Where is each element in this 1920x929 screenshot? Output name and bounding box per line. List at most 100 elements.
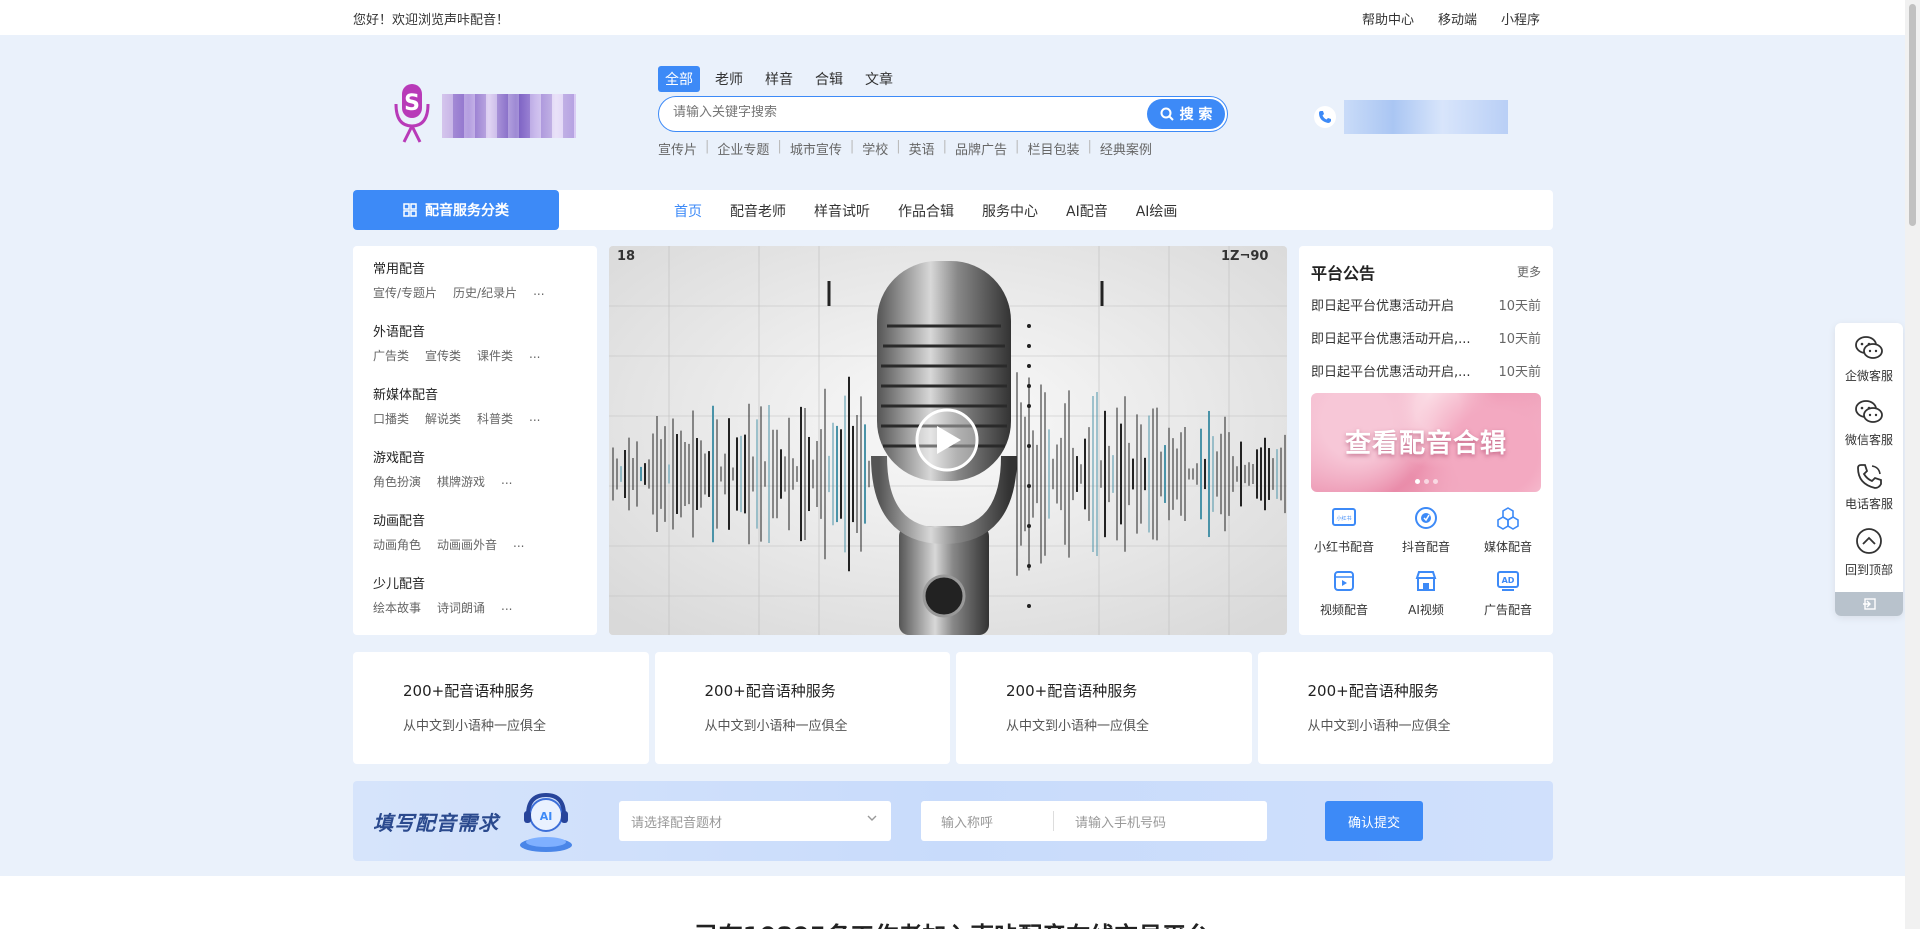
- category-sub[interactable]: 解说类: [425, 410, 461, 427]
- category-sub[interactable]: 宣传类: [425, 347, 461, 364]
- search-input[interactable]: [673, 105, 1113, 120]
- contact-phone: [1314, 100, 1508, 134]
- hot-keyword[interactable]: 英语: [909, 139, 935, 158]
- category-title[interactable]: 新媒体配音: [373, 384, 577, 403]
- hot-keyword[interactable]: 学校: [862, 139, 888, 158]
- nav-item-service[interactable]: 服务中心: [982, 201, 1038, 221]
- category-title[interactable]: 动画配音: [373, 510, 577, 529]
- category-more[interactable]: ...: [533, 284, 544, 301]
- hero-banner[interactable]: 18 1Z¬90: [609, 246, 1287, 635]
- category-more[interactable]: ...: [501, 473, 512, 490]
- service-douyin[interactable]: 抖音配音: [1385, 504, 1467, 555]
- phone-call-icon: [1857, 464, 1882, 489]
- submit-button[interactable]: 确认提交: [1325, 801, 1423, 841]
- welcome-text: 您好！欢迎浏览声咔配音！: [353, 13, 510, 28]
- search-icon: [1160, 107, 1174, 121]
- category-title[interactable]: 游戏配音: [373, 447, 577, 466]
- nav-item-samples[interactable]: 样音试听: [814, 201, 870, 221]
- page-scrollbar[interactable]: [1905, 0, 1920, 929]
- nav-item-teachers[interactable]: 配音老师: [730, 201, 786, 221]
- hot-keyword[interactable]: 栏目包装: [1027, 139, 1079, 158]
- phone-service-button[interactable]: 电话客服: [1835, 463, 1903, 512]
- play-button[interactable]: [915, 408, 979, 472]
- nav-item-ai-dubbing[interactable]: AI配音: [1066, 201, 1108, 221]
- service-ai-video[interactable]: AI视频: [1385, 567, 1467, 618]
- service-label: AI视频: [1408, 603, 1444, 617]
- category-sub[interactable]: 动画角色: [373, 536, 421, 553]
- topic-select[interactable]: 请选择配音题材: [619, 801, 891, 841]
- floating-service-bar: 企微客服 微信客服 电话客服 回到顶部: [1835, 323, 1903, 616]
- collapse-floatbar-button[interactable]: [1835, 592, 1903, 616]
- category-sub[interactable]: 历史/纪录片: [453, 284, 517, 301]
- category-title[interactable]: 外语配音: [373, 321, 577, 340]
- category-sub[interactable]: 广告类: [373, 347, 409, 364]
- name-input[interactable]: 输入称呼: [941, 812, 993, 831]
- category-sub[interactable]: 动画画外音: [437, 536, 497, 553]
- input-divider: [1053, 811, 1054, 831]
- category-sub[interactable]: 口播类: [373, 410, 409, 427]
- section-heading: 已有10895名工作者加入声咔配音在线交易平台: [0, 916, 1905, 929]
- hot-keywords: 宣传片 | 企业专题 | 城市宣传 | 学校 | 英语 | 品牌广告 | 栏目包装 | 经典案…: [658, 139, 1152, 158]
- category-sub[interactable]: 课件类: [477, 347, 513, 364]
- notice-item[interactable]: 即日起平台优惠活动开启,... 10天前: [1311, 328, 1541, 347]
- hot-keyword[interactable]: 城市宣传: [790, 139, 842, 158]
- form-label: 填写配音需求: [373, 811, 499, 835]
- xiaohongshu-icon: 小红书: [1330, 504, 1358, 532]
- service-ad[interactable]: AD 广告配音: [1467, 567, 1549, 618]
- feature-desc: 从中文到小语种一应俱全: [1006, 719, 1150, 734]
- promo-carousel[interactable]: 查看配音合辑: [1311, 393, 1541, 492]
- category-sub[interactable]: 诗词朗诵: [437, 599, 485, 616]
- notice-item[interactable]: 即日起平台优惠活动开启,... 10天前: [1311, 361, 1541, 380]
- search-tab-all[interactable]: 全部: [658, 66, 700, 92]
- service-category-label: 配音服务分类: [425, 203, 509, 219]
- category-sub[interactable]: 宣传/专题片: [373, 284, 437, 301]
- search-tab-teacher[interactable]: 老师: [708, 66, 750, 92]
- search-tab-article[interactable]: 文章: [858, 66, 900, 92]
- category-more[interactable]: ...: [529, 410, 540, 427]
- mobile-link[interactable]: 移动端: [1438, 9, 1477, 28]
- category-title[interactable]: 少儿配音: [373, 573, 577, 592]
- douyin-icon: [1412, 504, 1440, 532]
- notice-item-date: 10天前: [1498, 332, 1541, 347]
- nav-item-home[interactable]: 首页: [674, 201, 702, 221]
- hot-keyword[interactable]: 企业专题: [717, 139, 769, 158]
- category-sub[interactable]: 棋牌游戏: [437, 473, 485, 490]
- mini-program-link[interactable]: 小程序: [1501, 9, 1540, 28]
- service-category-button[interactable]: 配音服务分类: [353, 190, 559, 230]
- phone-input[interactable]: 请输入手机号码: [1075, 812, 1166, 831]
- nav-item-ai-painting[interactable]: AI绘画: [1136, 201, 1178, 221]
- category-title[interactable]: 常用配音: [373, 258, 577, 277]
- category-sub[interactable]: 科普类: [477, 410, 513, 427]
- wecom-service-button[interactable]: 企微客服: [1835, 335, 1903, 384]
- service-media[interactable]: 媒体配音: [1467, 504, 1549, 555]
- phone-icon: [1314, 106, 1336, 128]
- search-button[interactable]: 搜 索: [1147, 99, 1225, 129]
- help-center-link[interactable]: 帮助中心: [1362, 9, 1414, 28]
- category-more[interactable]: ...: [513, 536, 524, 553]
- hot-keyword[interactable]: 宣传片: [658, 139, 697, 158]
- site-logo[interactable]: S: [392, 82, 578, 144]
- notice-item[interactable]: 即日起平台优惠活动开启 10天前: [1311, 295, 1541, 314]
- service-video[interactable]: 视频配音: [1303, 567, 1385, 618]
- search-tab-collection[interactable]: 合辑: [808, 66, 850, 92]
- robot-headset-icon: AI: [520, 792, 572, 852]
- carousel-dots: [1311, 479, 1541, 484]
- notice-panel: 平台公告 更多 即日起平台优惠活动开启 10天前 即日起平台优惠活动开启,...…: [1299, 246, 1553, 635]
- hot-keyword[interactable]: 品牌广告: [955, 139, 1007, 158]
- wechat-service-button[interactable]: 微信客服: [1835, 399, 1903, 448]
- category-more[interactable]: ...: [501, 599, 512, 616]
- category-sub[interactable]: 绘本故事: [373, 599, 421, 616]
- category-more[interactable]: ...: [529, 347, 540, 364]
- category-sub[interactable]: 角色扮演: [373, 473, 421, 490]
- notice-item-text: 即日起平台优惠活动开启,...: [1311, 332, 1471, 347]
- service-xiaohongshu[interactable]: 小红书 小红书配音: [1303, 504, 1385, 555]
- scrollbar-thumb[interactable]: [1909, 4, 1916, 226]
- notice-item-date: 10天前: [1498, 365, 1541, 380]
- back-to-top-button[interactable]: 回到顶部: [1835, 527, 1903, 578]
- nav-item-works[interactable]: 作品合辑: [898, 201, 954, 221]
- service-label: 抖音配音: [1401, 540, 1450, 554]
- notice-more-link[interactable]: 更多: [1517, 263, 1541, 280]
- search-tab-sample[interactable]: 样音: [758, 66, 800, 92]
- feature-desc: 从中文到小语种一应俱全: [704, 719, 848, 734]
- hot-keyword[interactable]: 经典案例: [1100, 139, 1152, 158]
